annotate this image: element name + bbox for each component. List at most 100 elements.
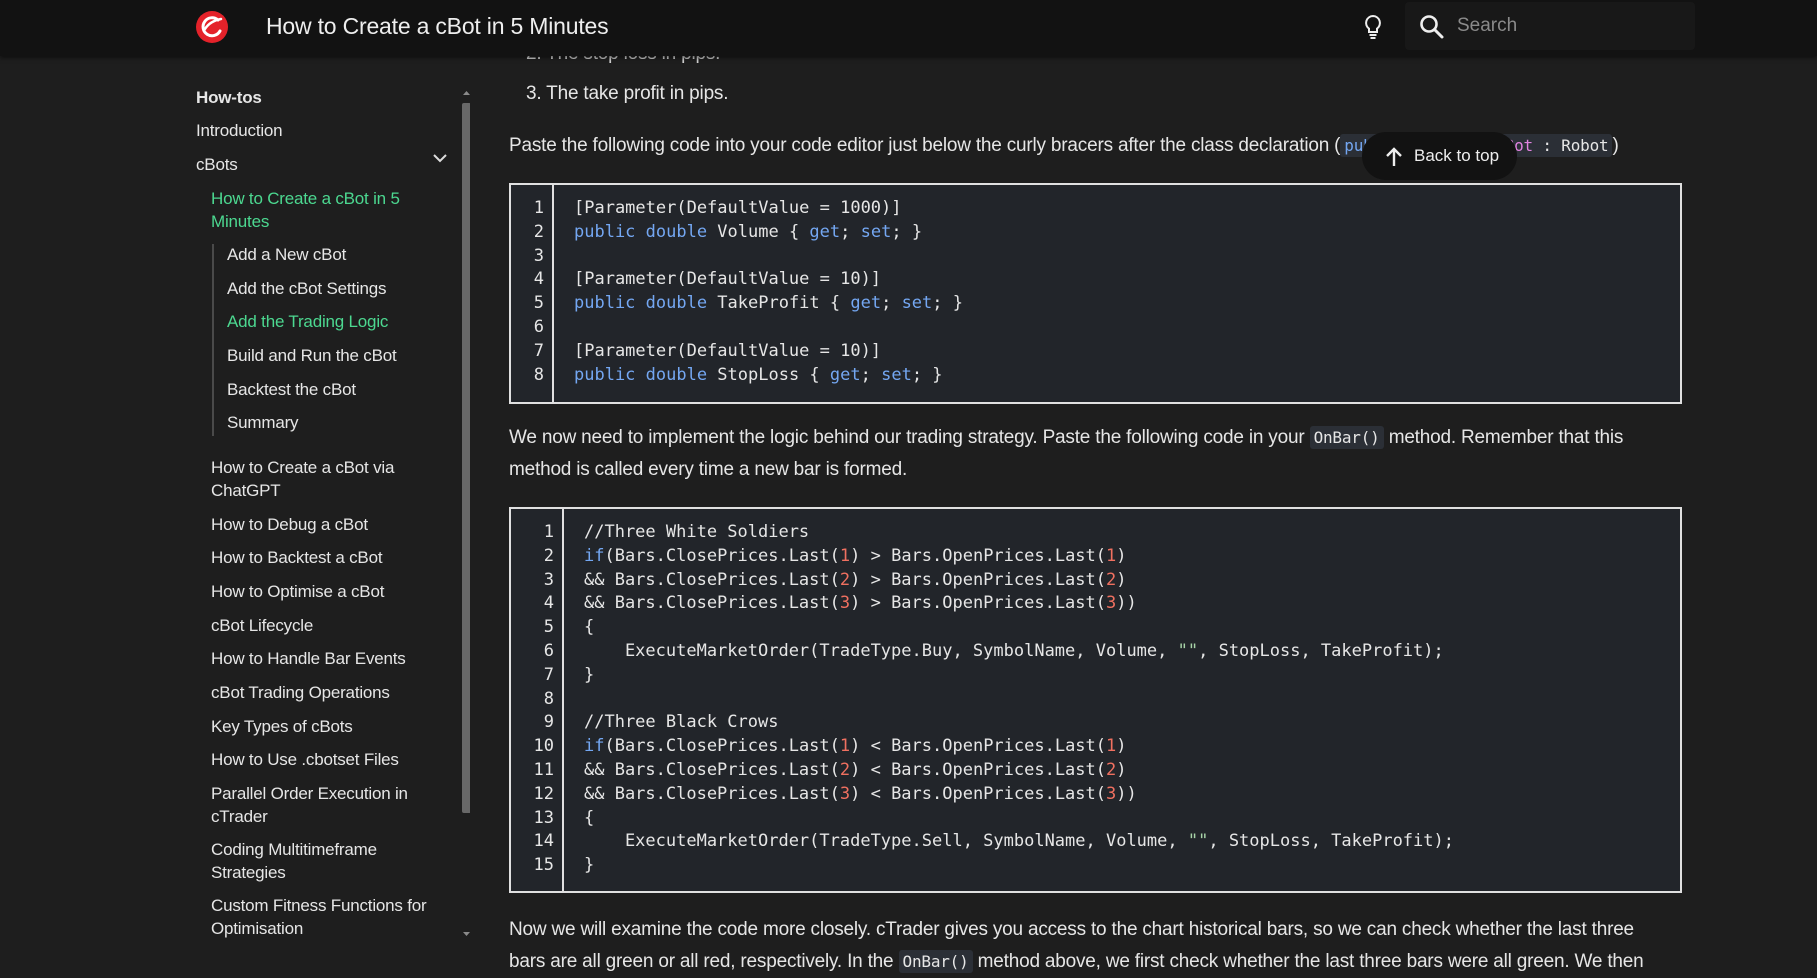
sidebar-item-cbotset-files[interactable]: How to Use .cbotset Files	[211, 748, 399, 771]
line-number: 15	[533, 855, 554, 876]
ctrader-logo-icon[interactable]	[196, 11, 228, 43]
sidebar-item-introduction[interactable]: Introduction	[196, 119, 283, 142]
code-line: //Three White Soldiers	[584, 522, 810, 542]
code-line: && Bars.ClosePrices.Last(3) > Bars.OpenP…	[584, 593, 1137, 614]
code-line: if(Bars.ClosePrices.Last(1) > Bars.OpenP…	[584, 545, 1127, 566]
line-number: 3	[533, 245, 544, 266]
line-number: 1	[533, 198, 544, 218]
sidebar-item-debug-cbot[interactable]: How to Debug a cBot	[211, 513, 368, 536]
line-number: 5	[543, 617, 554, 638]
sidebar-item-create-cbot-5-minutes[interactable]: How to Create a cBot in 5 Minutes	[211, 187, 431, 233]
line-number-gutter: 1 2 3 4 5 6 7 8 9 10 11 12 13 14 15	[511, 509, 564, 891]
sidebar-item-optimise-cbot[interactable]: How to Optimise a cBot	[211, 580, 384, 603]
line-number: 7	[533, 340, 544, 361]
code-line: [Parameter(DefaultValue = 10)]	[574, 269, 882, 290]
code-line: //Three Black Crows	[584, 712, 779, 733]
sidebar-item-add-new-cbot[interactable]: Add a New cBot	[227, 243, 346, 266]
line-number: 2	[543, 545, 554, 566]
line-number: 7	[543, 664, 554, 685]
sidebar-item-create-cbot-chatgpt[interactable]: How to Create a cBot via ChatGPT	[211, 456, 441, 502]
search-icon	[1420, 15, 1444, 39]
sidebar-item-key-types[interactable]: Key Types of cBots	[211, 715, 353, 738]
code-line: && Bars.ClosePrices.Last(2) > Bars.OpenP…	[584, 569, 1127, 590]
sidebar-item-custom-fitness-functions[interactable]: Custom Fitness Functions for Optimisatio…	[211, 894, 451, 940]
line-number: 9	[543, 712, 554, 733]
line-number: 8	[533, 364, 544, 385]
lightbulb-icon[interactable]	[1358, 12, 1388, 42]
line-number: 14	[533, 831, 554, 852]
sidebar-nav: How-tos Introduction cBots How to Create…	[0, 56, 470, 975]
line-number: 4	[543, 593, 554, 614]
code-block[interactable]: 1 2 3 4 5 6 7 8 9 10 11 12 13 14 15 //Three White Sold…	[509, 507, 1682, 893]
scroll-down-arrow-icon[interactable]	[462, 931, 470, 937]
code-line: {	[584, 617, 595, 638]
code-line: }	[584, 664, 595, 685]
paragraph-text: )	[1612, 135, 1619, 156]
sidebar-item-summary[interactable]: Summary	[227, 411, 299, 434]
paragraph: method is called every time a new bar is…	[509, 459, 908, 480]
line-number: 10	[533, 736, 554, 757]
scroll-up-arrow-icon[interactable]	[462, 90, 470, 96]
line-number: 3	[543, 569, 554, 590]
line-number: 5	[533, 293, 544, 314]
back-to-top-button[interactable]: Back to top	[1362, 132, 1517, 180]
top-navbar: How to Create a cBot in 5 Minutes	[0, 0, 1817, 56]
line-number: 4	[533, 269, 544, 290]
line-number: 1	[543, 522, 554, 542]
code-line: ExecuteMarketOrder(TradeType.Buy, Symbol…	[584, 640, 1444, 661]
sidebar-item-cbot-lifecycle[interactable]: cBot Lifecycle	[211, 614, 313, 637]
code-line: [Parameter(DefaultValue = 1000)]	[574, 198, 902, 218]
code-line: public double StopLoss { get; set; }	[574, 364, 943, 385]
code-lines: //Three White Soldiers if(Bars.ClosePrice…	[584, 509, 1454, 878]
paragraph: Now we will examine the code more closel…	[509, 919, 1634, 940]
inline-code: OnBar()	[1309, 426, 1384, 449]
page-title[interactable]: How to Create a cBot in 5 Minutes	[266, 13, 609, 40]
sidebar-item-backtest-cbot[interactable]: How to Backtest a cBot	[211, 546, 383, 569]
code-line: && Bars.ClosePrices.Last(2) < Bars.OpenP…	[584, 759, 1127, 780]
line-number: 11	[533, 759, 554, 780]
chevron-down-icon[interactable]	[431, 152, 449, 164]
sidebar-item-parallel-order-execution[interactable]: Parallel Order Execution in cTrader	[211, 782, 421, 828]
list-item: 3. The take profit in pips.	[526, 83, 729, 104]
main-content: 2. The stop loss in pips. 3. The take pr…	[500, 43, 1700, 975]
code-line: public double Volume { get; set; }	[574, 221, 923, 242]
line-number: 6	[543, 640, 554, 661]
nav-tree-rail	[212, 244, 214, 436]
arrow-up-icon	[1386, 147, 1402, 166]
paragraph: bars are all green or all red, respectiv…	[509, 950, 1644, 973]
sidebar-item-multitimeframe-strategies[interactable]: Coding Multitimeframe Strategies	[211, 838, 411, 884]
code-line: {	[584, 807, 595, 828]
code-lines: [Parameter(DefaultValue = 1000)] public d…	[574, 185, 963, 387]
line-number: 8	[543, 688, 554, 709]
sidebar-item-handle-bar-events[interactable]: How to Handle Bar Events	[211, 647, 406, 670]
code-block[interactable]: 1 2 3 4 56 7 8 [Parameter(DefaultValue = 1000)…	[509, 183, 1682, 404]
line-number: 6	[533, 316, 544, 337]
code-line: }	[584, 855, 595, 876]
line-number: 12	[533, 783, 554, 804]
line-number: 2	[533, 221, 544, 242]
code-line: public double TakeProfit { get; set; }	[574, 293, 963, 314]
line-number-gutter: 1 2 3 4 56 7 8	[511, 185, 554, 402]
sidebar-item-add-trading-logic[interactable]: Add the Trading Logic	[227, 310, 388, 333]
search-input[interactable]	[1457, 12, 1677, 40]
back-to-top-label: Back to top	[1414, 146, 1500, 165]
sidebar-item-build-run-cbot[interactable]: Build and Run the cBot	[227, 344, 397, 367]
paragraph: We now need to implement the logic behin…	[509, 426, 1624, 449]
code-line: && Bars.ClosePrices.Last(3) < Bars.OpenP…	[584, 783, 1137, 804]
code-line: [Parameter(DefaultValue = 10)]	[574, 340, 882, 361]
sidebar-item-backtest-the-cbot[interactable]: Backtest the cBot	[227, 378, 356, 401]
code-line: if(Bars.ClosePrices.Last(1) < Bars.OpenP…	[584, 736, 1127, 757]
search-box[interactable]	[1405, 2, 1695, 50]
sidebar-section-title[interactable]: How-tos	[196, 86, 262, 109]
paragraph-text: Paste the following code into your code …	[509, 135, 1341, 156]
code-line: ExecuteMarketOrder(TradeType.Sell, Symbo…	[584, 831, 1454, 852]
sidebar-item-trading-operations[interactable]: cBot Trading Operations	[211, 681, 390, 704]
sidebar-item-add-cbot-settings[interactable]: Add the cBot Settings	[227, 277, 386, 300]
sidebar-item-cbots[interactable]: cBots	[196, 153, 238, 176]
sidebar-scrollbar-thumb[interactable]	[462, 103, 470, 813]
inline-code: OnBar()	[898, 950, 973, 973]
line-number: 13	[533, 807, 554, 828]
